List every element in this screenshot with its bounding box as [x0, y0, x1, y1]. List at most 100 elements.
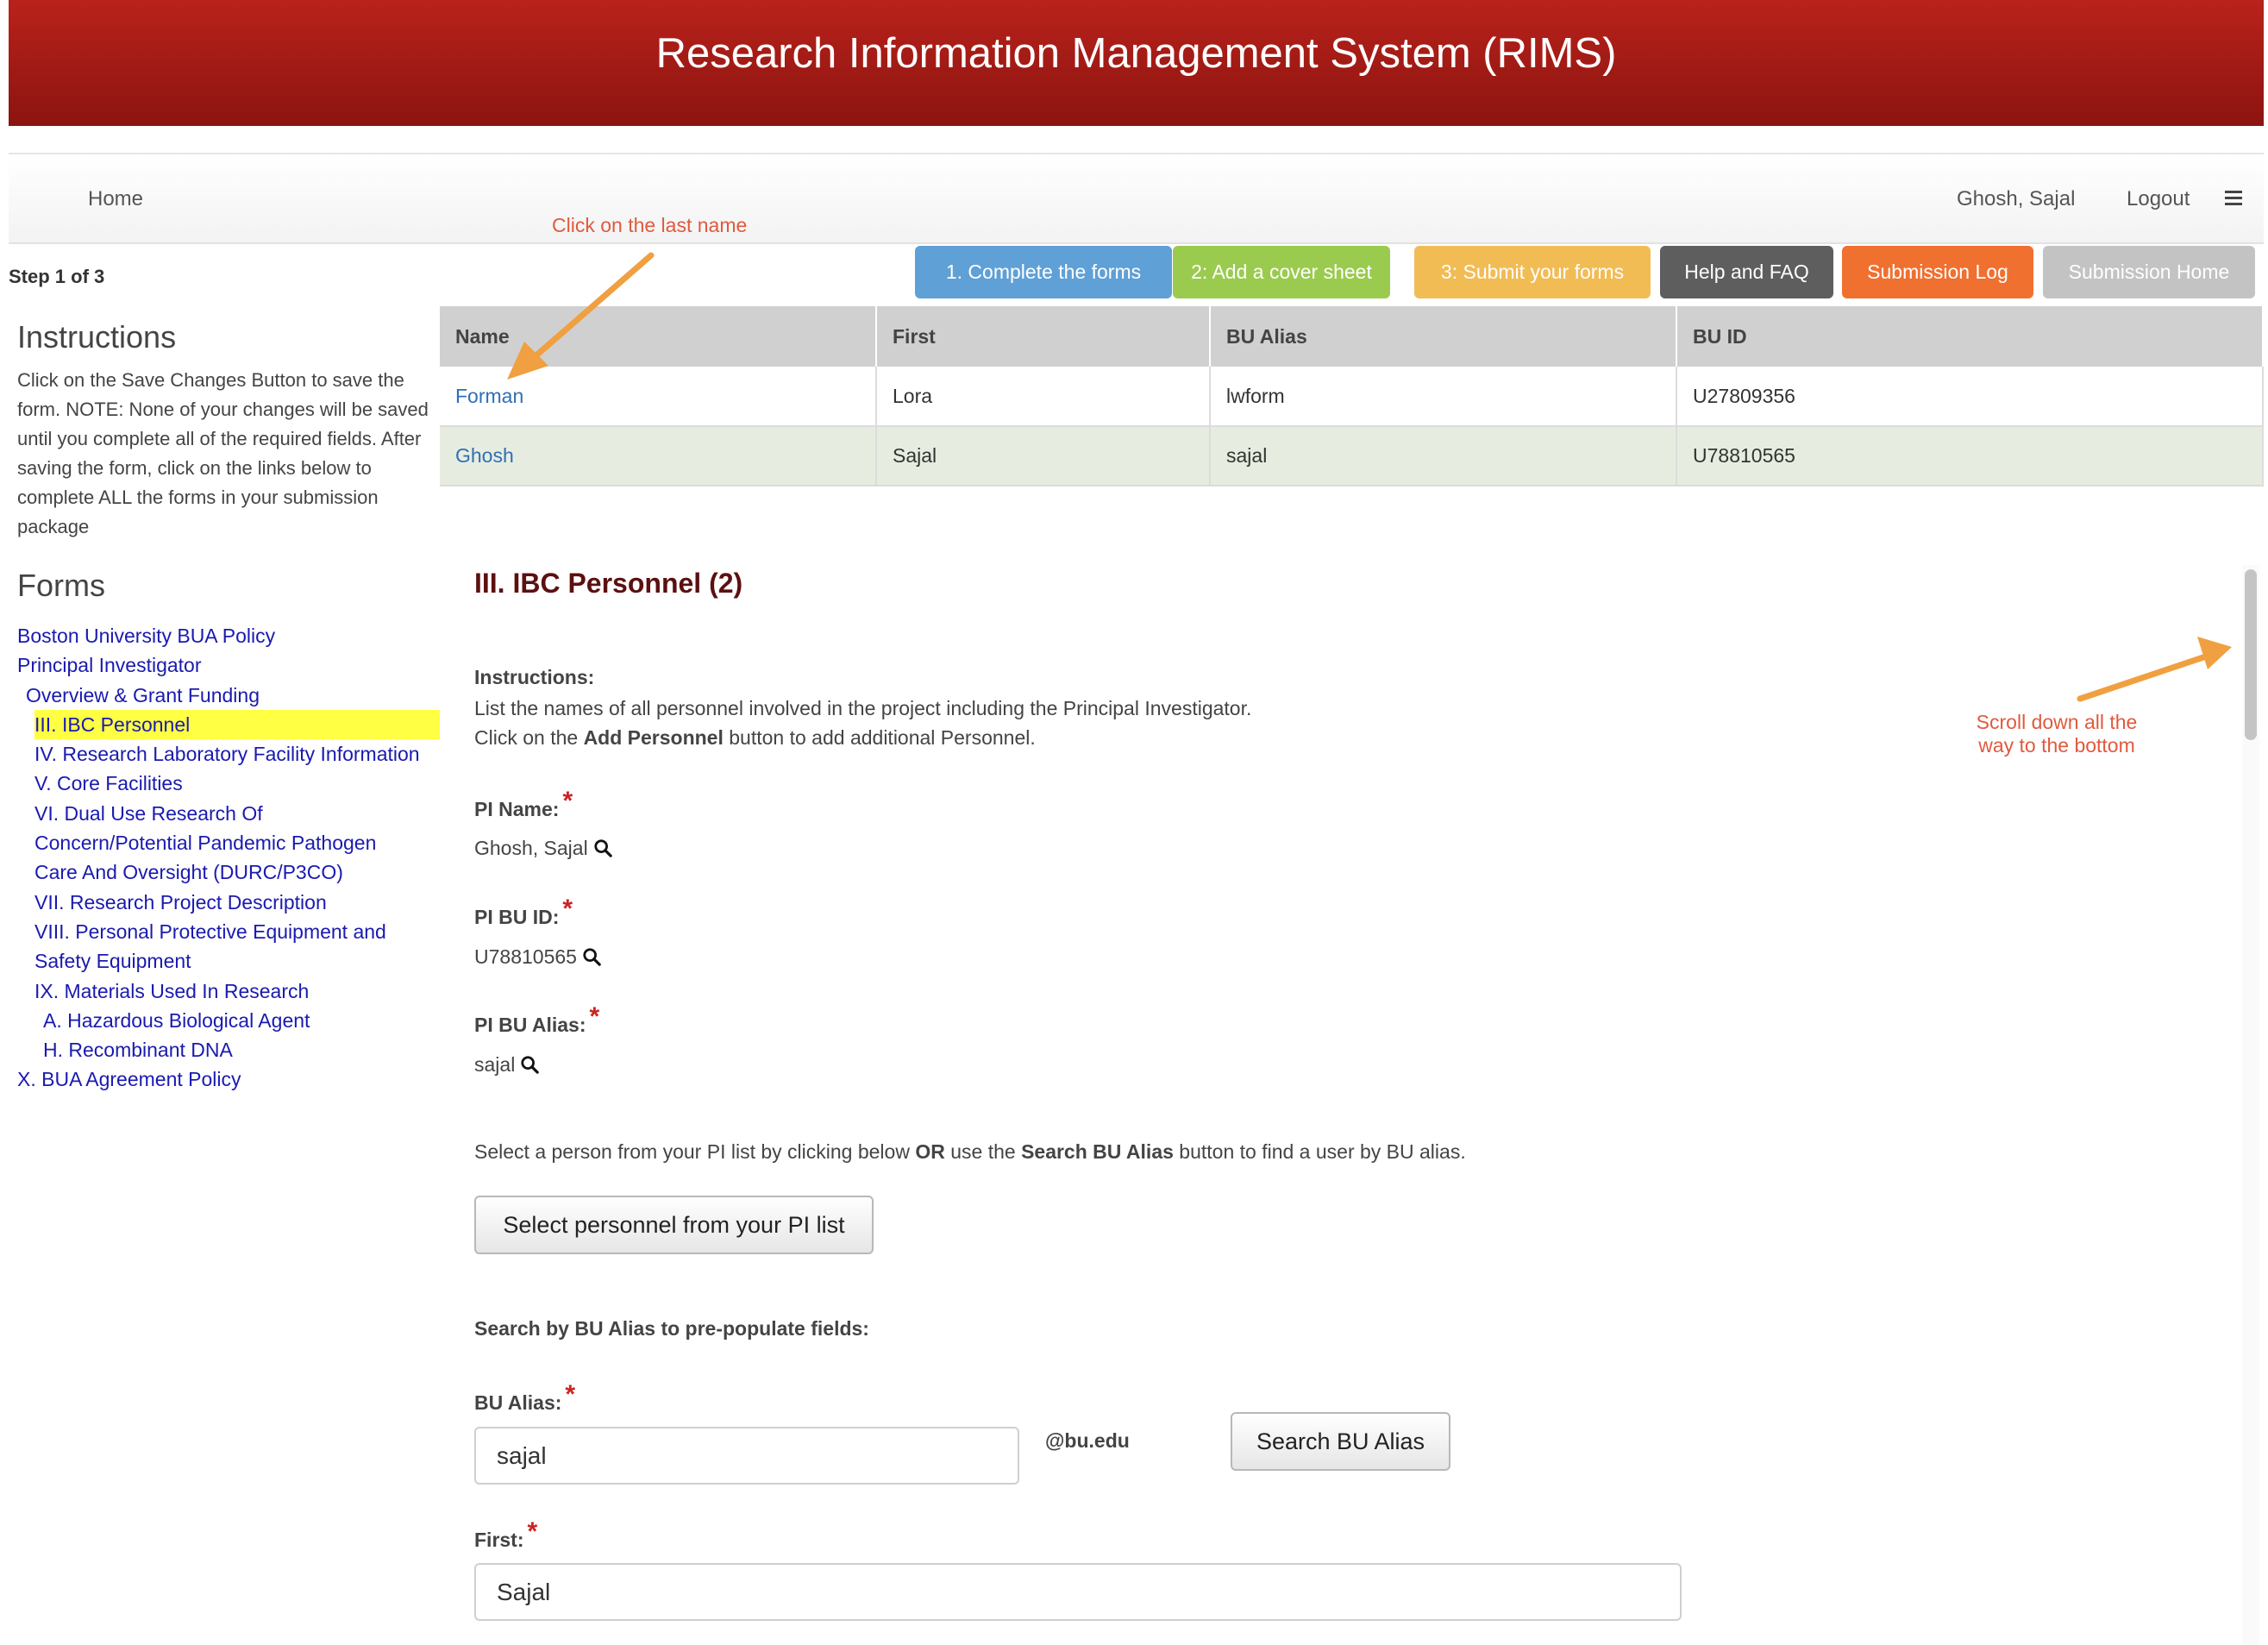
first-name-input[interactable]: Sajal	[474, 1563, 1682, 1621]
forms-nav-list: Boston University BUA Policy Principal I…	[17, 621, 440, 1095]
search-icon[interactable]	[582, 947, 601, 966]
app-title: Research Information Management System (…	[655, 30, 1617, 77]
step-button-label: Submission Home	[2068, 261, 2230, 283]
form-link-overview-grant-funding[interactable]: Overview & Grant Funding	[17, 681, 440, 710]
form-link-bua-agreement-policy[interactable]: X. BUA Agreement Policy	[17, 1064, 440, 1094]
required-asterisk: *	[562, 787, 573, 815]
step-button-label: 1. Complete the forms	[945, 261, 1142, 283]
column-header-bu-alias[interactable]: BU Alias	[1210, 306, 1677, 367]
required-asterisk: *	[565, 1380, 576, 1409]
form-link-research-lab-facility[interactable]: IV. Research Laboratory Facility Informa…	[17, 739, 440, 769]
table-row: Ghosh Sajal sajal U78810565	[440, 426, 2264, 487]
instructions-text: use the	[944, 1140, 1022, 1163]
personnel-last-name-link[interactable]: Forman	[455, 385, 523, 407]
annotation-text: Scroll down all the	[1976, 711, 2138, 733]
form-link-recombinant-dna[interactable]: H. Recombinant DNA	[17, 1035, 440, 1064]
step-button-label: 3: Submit your forms	[1440, 261, 1625, 283]
search-bu-alias-button[interactable]: Search BU Alias	[1231, 1412, 1450, 1471]
nav-logout-link[interactable]: Logout	[2127, 187, 2190, 211]
help-faq-button[interactable]: Help and FAQ	[1660, 246, 1833, 298]
instructions-text: button to find a user by BU alias.	[1173, 1140, 1466, 1163]
form-link-bua-policy[interactable]: Boston University BUA Policy	[17, 621, 440, 650]
annotation-click-last-name: Click on the last name	[552, 214, 748, 236]
top-navbar: Home Ghosh, Sajal Logout	[9, 156, 2264, 244]
step-button-label: 2: Add a cover sheet	[1191, 261, 1372, 283]
required-asterisk: *	[562, 895, 573, 923]
form-link-ppe[interactable]: Safety Equipment	[17, 946, 440, 976]
table-cell-first: Lora	[876, 367, 1211, 427]
pi-alias-value: sajal	[474, 1053, 540, 1077]
submission-home-button[interactable]: Submission Home	[2043, 246, 2255, 298]
instructions-bold-text: Add Personnel	[583, 726, 724, 749]
pi-buid-value: U78810565	[474, 945, 601, 969]
step-button-label: Help and FAQ	[1684, 261, 1809, 283]
nav-user-name[interactable]: Ghosh, Sajal	[1957, 187, 2075, 211]
form-link-durc-p3co[interactable]: VI. Dual Use Research Of	[17, 799, 440, 828]
form-link-durc-p3co[interactable]: Care And Oversight (DURC/P3CO)	[17, 857, 440, 887]
form-link-materials-used[interactable]: IX. Materials Used In Research	[17, 976, 440, 1006]
arrow-icon	[2077, 637, 2232, 702]
pi-name-label: PI Name: *	[474, 787, 573, 823]
search-icon[interactable]	[593, 838, 612, 857]
nav-home-link[interactable]: Home	[88, 187, 143, 211]
field-value: sajal	[474, 1053, 516, 1076]
form-link-durc-p3co[interactable]: Concern/Potential Pandemic Pathogen	[17, 828, 440, 857]
form-link-hazardous-biological-agent[interactable]: A. Hazardous Biological Agent	[17, 1006, 440, 1035]
search-icon[interactable]	[520, 1055, 540, 1074]
column-header-first[interactable]: First	[876, 306, 1211, 367]
table-cell-bu-alias: lwform	[1210, 367, 1677, 427]
instructions-text: Click on the	[474, 726, 584, 749]
instructions-title: Instructions	[17, 319, 177, 355]
table-cell-name[interactable]: Ghosh	[440, 426, 877, 487]
hamburger-icon[interactable]	[2225, 191, 2242, 206]
first-name-label: First: *	[474, 1517, 537, 1554]
field-label: First:	[474, 1529, 524, 1551]
bu-domain-suffix: @bu.edu	[1045, 1429, 1130, 1452]
field-value: Ghosh, Sajal	[474, 837, 588, 859]
annotation-scroll-down: Scroll down all the way to the bottom	[1940, 711, 2173, 757]
table-cell-first: Sajal	[876, 426, 1211, 487]
step-complete-forms-button[interactable]: 1. Complete the forms	[915, 246, 1172, 298]
table-header-row: Name First BU Alias BU ID	[440, 306, 2264, 367]
field-label: BU Alias:	[474, 1391, 562, 1414]
form-instructions-line2: Click on the Add Personnel button to add…	[474, 726, 1036, 750]
step-submit-forms-button[interactable]: 3: Submit your forms	[1414, 246, 1651, 298]
table-cell-name[interactable]: Forman	[440, 367, 877, 427]
section-title: III. IBC Personnel (2)	[474, 568, 743, 599]
form-instructions-label: Instructions:	[474, 666, 595, 688]
personnel-last-name-link[interactable]: Ghosh	[455, 444, 514, 467]
form-link-ibc-personnel[interactable]: III. IBC Personnel	[34, 709, 440, 740]
required-asterisk: *	[527, 1517, 538, 1546]
scrollbar-thumb[interactable]	[2245, 569, 2257, 740]
header-subbar	[9, 126, 2264, 154]
step-indicator: Step 1 of 3	[9, 266, 105, 287]
select-person-instructions: Select a person from your PI list by cli…	[474, 1140, 1466, 1164]
form-link-ppe[interactable]: VIII. Personal Protective Equipment and	[17, 917, 440, 946]
field-value: U78810565	[474, 945, 577, 968]
table-cell-bu-id: U27809356	[1676, 367, 2264, 427]
column-header-name[interactable]: Name	[440, 306, 877, 367]
submission-log-button[interactable]: Submission Log	[1842, 246, 2033, 298]
column-header-bu-id[interactable]: BU ID	[1676, 306, 2264, 367]
table-cell-bu-alias: sajal	[1210, 426, 1677, 487]
form-link-core-facilities[interactable]: V. Core Facilities	[17, 769, 440, 798]
bu-alias-input[interactable]: sajal	[474, 1427, 1019, 1485]
form-link-principal-investigator[interactable]: Principal Investigator	[17, 650, 440, 680]
field-label: PI BU Alias:	[474, 1014, 586, 1036]
instructions-panel: Instructions Click on the Save Changes B…	[17, 319, 440, 542]
pi-name-value: Ghosh, Sajal	[474, 837, 612, 860]
app-header: Research Information Management System (…	[9, 0, 2264, 126]
instructions-bold-text: OR	[915, 1140, 945, 1163]
forms-title: Forms	[17, 568, 105, 603]
form-link-research-project-description[interactable]: VII. Research Project Description	[17, 888, 440, 917]
step-add-cover-sheet-button[interactable]: 2: Add a cover sheet	[1173, 246, 1390, 298]
pi-alias-label: PI BU Alias: *	[474, 1002, 599, 1039]
bu-alias-label: BU Alias: *	[474, 1380, 575, 1416]
instructions-text: Click on the Save Changes Button to save…	[17, 369, 429, 537]
select-personnel-button[interactable]: Select personnel from your PI list	[474, 1196, 874, 1254]
instructions-text: Select a person from your PI list by cli…	[474, 1140, 916, 1163]
search-by-alias-heading: Search by BU Alias to pre-populate field…	[474, 1317, 869, 1340]
field-label: PI BU ID:	[474, 906, 560, 928]
annotation-text: way to the bottom	[1978, 734, 2135, 757]
step-button-label: Submission Log	[1867, 261, 2008, 283]
